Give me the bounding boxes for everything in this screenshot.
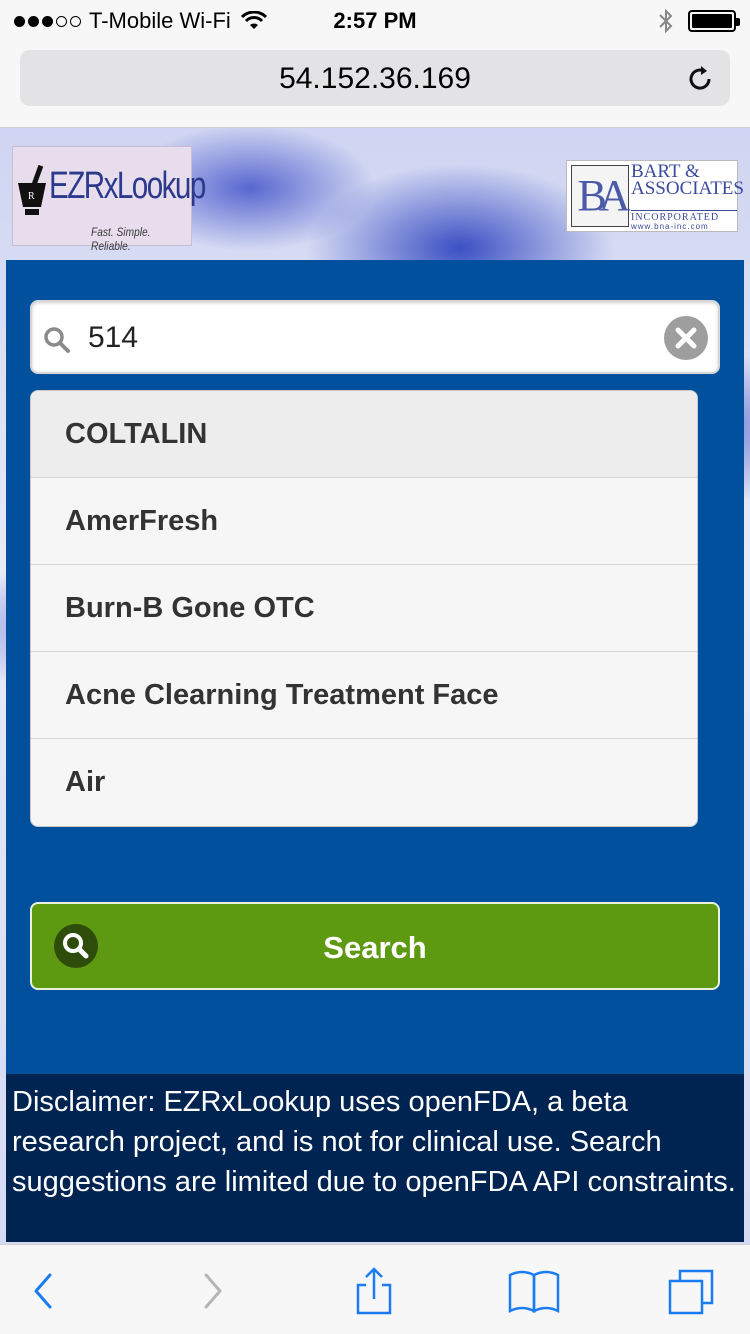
browser-address-bar: 54.152.36.169 [0,40,750,128]
ba-company-name: BART & ASSOCIATES [631,161,744,199]
suggestion-item[interactable]: COLTALIN [31,391,697,478]
svg-text:R: R [28,191,35,202]
search-input[interactable] [88,318,648,358]
ba-website: www.bna-inc.com [631,222,709,231]
open-book-icon[interactable] [506,1263,562,1319]
browser-toolbar [0,1244,750,1334]
reload-icon[interactable] [684,62,716,94]
bart-associates-logo[interactable]: BA BART & ASSOCIATES INCORPORATED www.bn… [566,160,744,232]
chevron-right-icon[interactable] [184,1263,240,1319]
bluetooth-icon [659,8,673,34]
disclaimer-text: Disclaimer: EZRxLookup uses openFDA, a b… [6,1074,744,1242]
search-panel: COLTALIN AmerFresh Burn-B Gone OTC Acne … [6,260,744,1074]
ezrxlookup-logo[interactable]: R EZRxLookup Fast. Simple. Reliable. [12,146,206,253]
ba-monogram: BA [571,165,631,227]
suggestion-item[interactable]: Burn-B Gone OTC [31,565,697,652]
url-text[interactable]: 54.152.36.169 [20,62,730,96]
url-field[interactable]: 54.152.36.169 [20,50,730,106]
ez-logo-title: EZRxLookup [49,165,206,207]
status-time: 2:57 PM [333,8,417,33]
battery-icon [688,10,740,32]
chevron-left-icon[interactable] [16,1263,72,1319]
share-icon[interactable] [346,1263,402,1319]
clear-search-button[interactable] [664,316,708,360]
site-header: R EZRxLookup Fast. Simple. Reliable. BA … [0,128,750,260]
suggestion-item[interactable]: AmerFresh [31,478,697,565]
search-button[interactable]: Search [30,902,720,990]
suggestion-list: COLTALIN AmerFresh Burn-B Gone OTC Acne … [30,390,698,827]
status-bar: T-Mobile Wi-Fi 2:57 PM [0,0,750,40]
mortar-pestle-icon: R [18,164,46,215]
suggestion-item[interactable]: Acne Clearning Treatment Face [31,652,697,739]
search-box[interactable] [30,300,720,374]
clear-circle-x-icon[interactable] [664,316,708,360]
web-page: R EZRxLookup Fast. Simple. Reliable. BA … [0,128,750,1244]
tabs-icon[interactable] [664,1263,720,1319]
suggestion-item[interactable]: Air [31,739,697,826]
search-icon [44,327,70,353]
search-button-label: Search [323,930,427,965]
ez-logo-tagline: Fast. Simple. Reliable. [91,225,151,253]
status-right [658,8,740,34]
